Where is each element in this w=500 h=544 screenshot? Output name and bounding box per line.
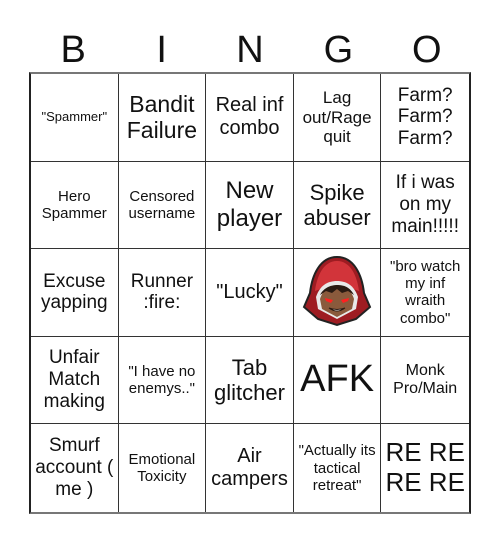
bingo-cell[interactable]: Smurf account ( me ) [31,424,119,512]
bingo-cell[interactable]: "bro watch my inf wraith combo" [381,249,469,337]
bingo-cell[interactable]: New player [206,161,294,250]
bingo-cell[interactable]: Air campers [206,424,294,512]
bingo-header: B I N G O [29,28,471,72]
bingo-cell[interactable]: Runner :fire: [118,249,207,337]
bingo-cell[interactable]: Real inf combo [206,74,294,162]
bingo-cell[interactable]: Unfair Match making [31,336,119,425]
header-letter-n: N [236,29,264,71]
header-letter-b: B [60,29,86,71]
bingo-cell[interactable]: "Spammer" [31,74,119,162]
bingo-cell[interactable]: "Lucky" [206,249,294,337]
bingo-cell[interactable]: Tab glitcher [206,336,294,425]
header-letter-i: I [156,29,167,71]
bingo-cell[interactable]: Spike abuser [293,161,382,250]
bingo-cell[interactable]: Excuse yapping [31,249,119,337]
header-letter-g: G [323,29,354,71]
free-space-cell[interactable] [293,249,382,337]
bingo-grid: "Spammer" Bandit Failure Real inf combo … [29,72,471,514]
bingo-cell[interactable]: If i was on my main!!!!! [381,162,469,250]
bingo-cell[interactable]: Hero Spammer [31,161,119,250]
bingo-cell[interactable]: Emotional Toxicity [119,424,207,512]
red-hooded-character-icon [300,253,374,332]
header-letter-o: O [412,29,442,71]
bingo-cell[interactable]: "I have no enemys.." [118,336,207,425]
bingo-cell[interactable]: "Actually its tactical retreat" [294,424,382,512]
bingo-cell[interactable]: Lag out/Rage quit [293,74,382,162]
bingo-cell[interactable]: Farm? Farm? Farm? [381,74,469,162]
bingo-cell[interactable]: AFK [293,336,382,425]
bingo-cell[interactable]: Censored username [118,161,207,250]
bingo-cell[interactable]: Bandit Failure [118,74,207,162]
bingo-cell[interactable]: Monk Pro/Main [381,337,469,425]
bingo-cell[interactable]: RE RE RE RE [381,424,469,512]
